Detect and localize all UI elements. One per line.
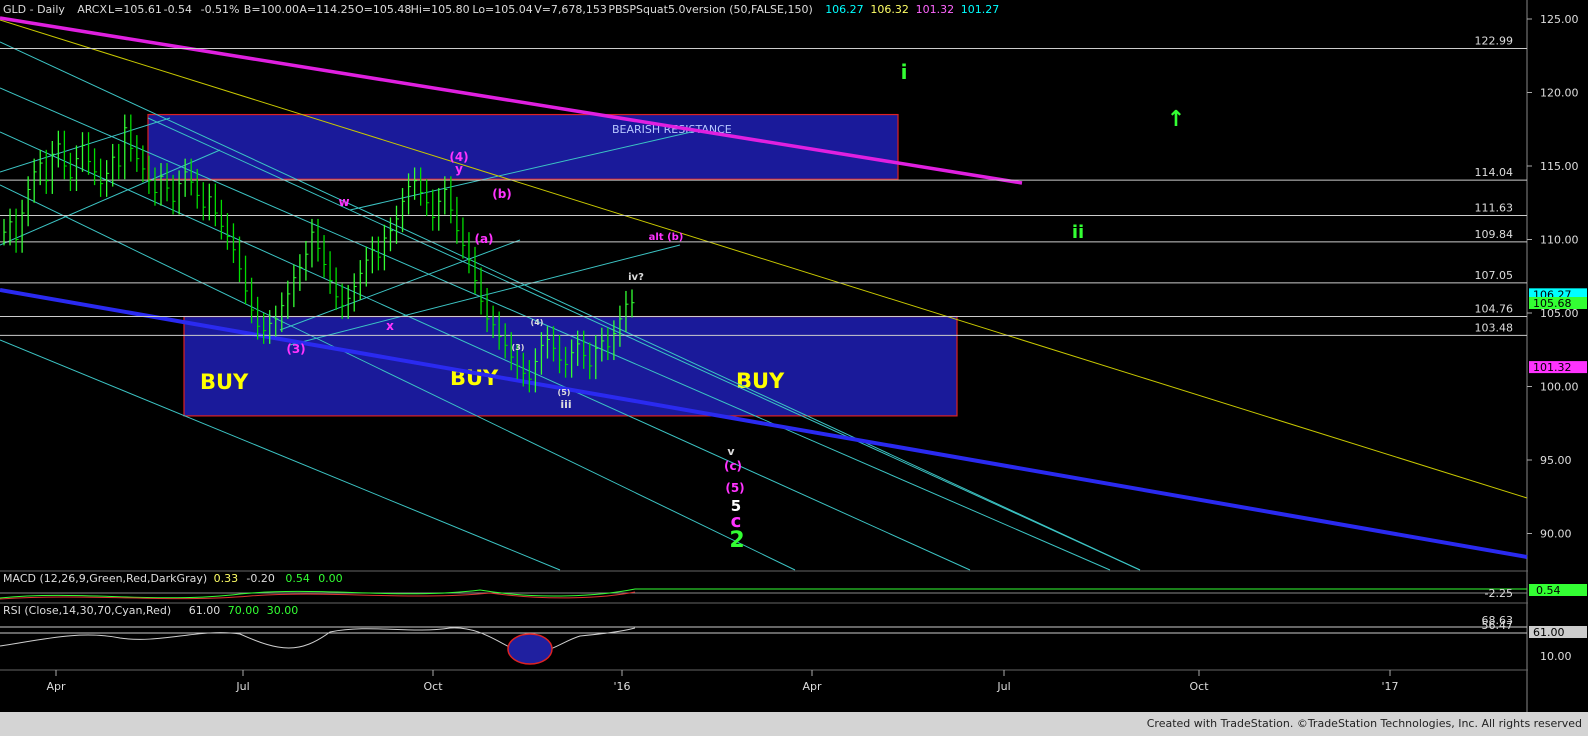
chart-header: GLD - Daily ARCX L=105.61 -0.54 -0.51% B=100.… — [3, 3, 999, 16]
x-tick-label: '17 — [1381, 680, 1398, 693]
y-tick-label: 120.00 — [1540, 87, 1579, 100]
x-tick-label: '16 — [613, 680, 630, 693]
wave-label: x — [386, 319, 394, 333]
x-tick-label: Jul — [996, 680, 1010, 693]
wave-label: y — [455, 162, 463, 176]
macd-pane: MACD (12,26,9,Green,Red,DarkGray) 0.33 -0.… — [0, 572, 1587, 600]
macd-label: MACD (12,26,9,Green,Red,DarkGray) — [3, 572, 207, 585]
wave-label: (a) — [474, 232, 493, 246]
wave-label: w — [338, 195, 349, 209]
header-high: Hi=105.80 — [411, 3, 470, 16]
rsi-scale-label: 56.47 — [1482, 619, 1514, 632]
wave-label: (5) — [725, 481, 744, 495]
wave-label: (4) — [531, 318, 544, 327]
rsi-value: 61.00 — [189, 604, 221, 617]
rsi-oversold-marker — [507, 633, 553, 665]
x-tick-label: Apr — [802, 680, 822, 693]
y-tick-label: 110.00 — [1540, 234, 1579, 247]
price-tag-label: 105.68 — [1533, 297, 1572, 310]
header-open: O=105.48 — [355, 3, 411, 16]
header-study: PBSPSquat5.0version (50,FALSE,150) — [608, 3, 812, 16]
rsi-label: RSI (Close,14,30,70,Cyan,Red) — [3, 604, 171, 617]
macd-value: 0.00 — [318, 572, 343, 585]
header-bid: B=100.00 — [244, 3, 299, 16]
x-tick-label: Oct — [1189, 680, 1209, 693]
macd-value: 0.54 — [285, 572, 310, 585]
wave-label: iii — [560, 398, 571, 411]
header-symbol: GLD - Daily — [3, 3, 65, 16]
macd-scale-label: -2.25 — [1485, 587, 1513, 600]
wave-label: (c) — [724, 459, 742, 473]
y-tick-label: 90.00 — [1540, 528, 1572, 541]
wave-label: (5) — [558, 388, 571, 397]
header-low: Lo=105.04 — [472, 3, 532, 16]
price-chart[interactable]: GLD - Daily ARCX L=105.61 -0.54 -0.51% B=100.… — [0, 0, 1588, 736]
header-study-value: 101.27 — [961, 3, 1000, 16]
axis-bg — [1528, 0, 1588, 712]
footer-credit: Created with TradeStation. ©TradeStation… — [1147, 717, 1582, 730]
wave-label: alt (b) — [649, 232, 684, 243]
level-label: 111.63 — [1475, 202, 1514, 215]
header-volume: V=7,678,153 — [534, 3, 607, 16]
wave-label: 2 — [729, 528, 744, 553]
wave-label: (b) — [492, 187, 512, 201]
wave-label: ii — [1072, 222, 1084, 243]
macd-value: -0.20 — [246, 572, 274, 585]
macd-tag-label: 0.54 — [1536, 584, 1561, 597]
header-change: -0.54 — [164, 3, 192, 16]
level-label: 114.04 — [1475, 166, 1514, 179]
level-label: 103.48 — [1475, 321, 1514, 334]
header-change-pct: -0.51% — [201, 3, 240, 16]
level-label: 107.05 — [1475, 269, 1514, 282]
x-tick-label: Oct — [423, 680, 443, 693]
wave-label: (3) — [286, 342, 305, 356]
y-tick-label: 95.00 — [1540, 454, 1572, 467]
header-study-value: 106.27 — [825, 3, 864, 16]
header-study-value: 106.32 — [870, 3, 909, 16]
price-pane-bg — [0, 18, 1527, 570]
wave-label: v — [727, 445, 735, 458]
x-tick-label: Apr — [46, 680, 66, 693]
time-axis: Apr Jul Oct '16 Apr Jul Oct '17 — [46, 670, 1399, 693]
wave-label: i — [901, 60, 908, 84]
header-study-value: 101.32 — [916, 3, 955, 16]
header-last: L=105.61 — [108, 3, 162, 16]
buy-label: BUY — [200, 370, 249, 394]
y-tick-label: 125.00 — [1540, 13, 1579, 26]
rsi-value: 30.00 — [267, 604, 299, 617]
x-tick-label: Jul — [235, 680, 249, 693]
y-tick-label: 115.00 — [1540, 160, 1579, 173]
rsi-tag-label: 61.00 — [1533, 626, 1565, 639]
tradestation-chart-window: GLD - Daily ARCX L=105.61 -0.54 -0.51% B=100.… — [0, 0, 1588, 736]
level-label: 122.99 — [1475, 35, 1514, 48]
level-label: 109.84 — [1475, 228, 1514, 241]
level-label: 104.76 — [1475, 303, 1514, 316]
rsi-value: 70.00 — [228, 604, 259, 617]
y-tick-label: 100.00 — [1540, 381, 1579, 394]
header-ask: A=114.25 — [299, 3, 354, 16]
price-tag-label: 101.32 — [1533, 361, 1572, 374]
rsi-pane: RSI (Close,14,30,70,Cyan,Red) 61.00 70.00 3… — [0, 604, 1587, 665]
header-exchange: ARCX — [77, 3, 107, 16]
wave-label: (3) — [512, 343, 525, 352]
wave-label: ↑ — [1167, 107, 1185, 132]
wave-label: iv? — [628, 272, 644, 283]
macd-value: 0.33 — [214, 572, 239, 585]
rsi-scale-label: 10.00 — [1540, 650, 1572, 663]
